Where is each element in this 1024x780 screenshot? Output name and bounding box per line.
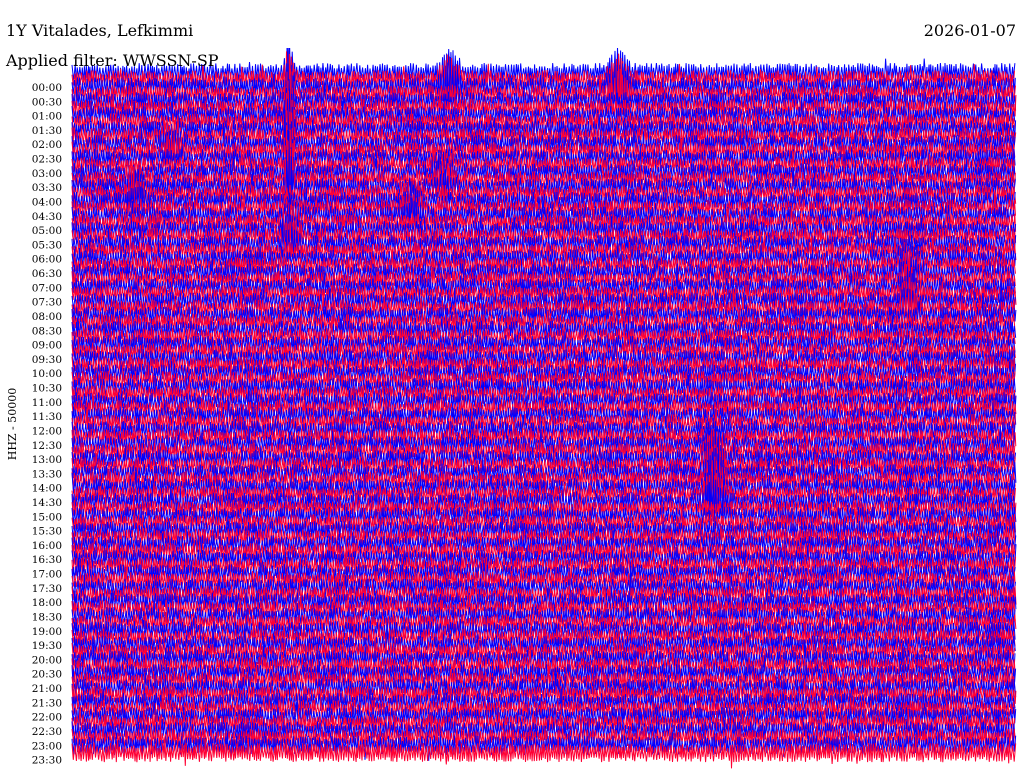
time-tick-label: 19:00: [32, 626, 62, 638]
time-tick-label: 07:00: [32, 282, 62, 294]
time-tick-label: 09:00: [32, 340, 62, 352]
time-tick-label: 16:30: [32, 554, 62, 566]
time-tick-label: 18:00: [32, 597, 62, 609]
date-label: 2026-01-07: [924, 21, 1016, 40]
time-tick-label: 18:30: [32, 612, 62, 624]
time-tick-label: 08:00: [32, 311, 62, 323]
filter-label: Applied filter: WWSSN-SP: [5, 51, 219, 70]
time-tick-label: 13:30: [32, 468, 62, 480]
time-tick-label: 02:00: [32, 139, 62, 151]
time-tick-label: 22:00: [32, 712, 62, 724]
time-tick-label: 00:30: [32, 96, 62, 108]
time-tick-label: 08:30: [32, 325, 62, 337]
time-tick-label: 19:30: [32, 640, 62, 652]
time-tick-label: 21:30: [32, 697, 62, 709]
time-tick-label: 13:00: [32, 454, 62, 466]
time-tick-label: 06:30: [32, 268, 62, 280]
time-tick-label: 05:30: [32, 239, 62, 251]
time-tick-label: 09:30: [32, 354, 62, 366]
time-tick-label: 04:00: [32, 197, 62, 209]
time-tick-label: 05:00: [32, 225, 62, 237]
time-tick-label: 00:00: [32, 82, 62, 94]
time-tick-label: 15:30: [32, 526, 62, 538]
helicorder-chart: 00:00 00:30 01:00 01:30 02:00 02:30 03:00 03:30…: [0, 0, 1024, 780]
time-tick-label: 11:30: [32, 411, 62, 423]
time-tick-label: 17:30: [32, 583, 62, 595]
time-tick-label: 03:00: [32, 168, 62, 180]
time-tick-label: 14:00: [32, 483, 62, 495]
time-tick-label: 01:30: [32, 125, 62, 137]
time-tick-label: 17:00: [32, 569, 62, 581]
time-tick-label: 20:00: [32, 654, 62, 666]
time-tick-label: 16:00: [32, 540, 62, 552]
time-tick-label: 04:30: [32, 211, 62, 223]
time-tick-label: 12:30: [32, 440, 62, 452]
time-tick-label: 12:00: [32, 425, 62, 437]
time-tick-label: 10:00: [32, 368, 62, 380]
time-tick-label: 01:00: [32, 111, 62, 123]
time-tick-label: 07:30: [32, 297, 62, 309]
time-tick-label: 06:00: [32, 254, 62, 266]
time-tick-label: 15:00: [32, 511, 62, 523]
time-tick-label: 03:30: [32, 182, 62, 194]
time-tick-label: 11:00: [32, 397, 62, 409]
time-tick-label: 23:30: [32, 755, 62, 767]
time-tick-label: 21:00: [32, 683, 62, 695]
time-tick-label: 23:00: [32, 740, 62, 752]
channel-axis-label: HHZ - 50000: [6, 388, 19, 461]
time-tick-label: 10:30: [32, 383, 62, 395]
time-tick-label: 22:30: [32, 726, 62, 738]
time-tick-label: 14:30: [32, 497, 62, 509]
time-tick-label: 20:30: [32, 669, 62, 681]
time-tick-label: 02:30: [32, 154, 62, 166]
station-title: 1Y Vitalades, Lefkimmi: [6, 21, 193, 40]
